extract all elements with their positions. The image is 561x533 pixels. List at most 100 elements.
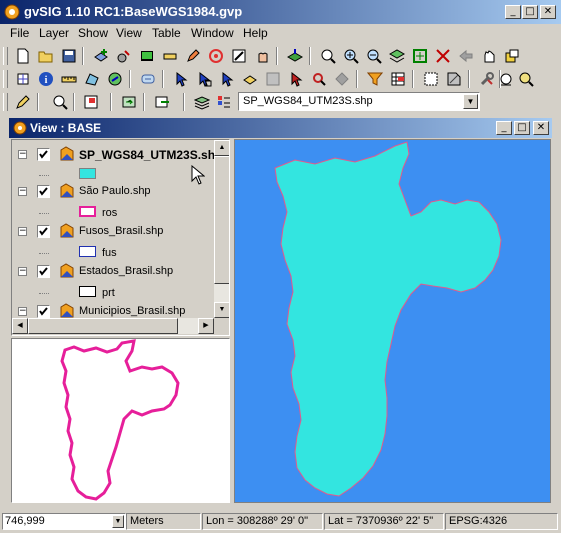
legend-swatch-outline — [79, 246, 96, 257]
toc-layer-sp-wgs84[interactable]: − SP_WGS84_UTM23S.shp — [12, 145, 222, 165]
measure-distance-icon[interactable] — [60, 70, 78, 88]
select-by-layer-icon[interactable] — [241, 70, 259, 88]
overview-map[interactable] — [11, 338, 230, 503]
legend-icon[interactable] — [215, 93, 233, 111]
pan-hand-icon[interactable] — [480, 47, 498, 65]
collapse-icon[interactable]: − — [18, 267, 27, 276]
find-icon[interactable] — [51, 93, 69, 111]
overview-locator-icon[interactable] — [82, 93, 100, 111]
layer-select-combo[interactable]: SP_WGS84_UTM23S.shp ▼ — [238, 92, 480, 111]
menu-show[interactable]: Show — [78, 26, 108, 40]
clear-selection-icon[interactable] — [264, 70, 282, 88]
scroll-thumb[interactable] — [28, 318, 178, 334]
coordinates-icon[interactable] — [14, 70, 32, 88]
info-icon[interactable]: i — [37, 70, 55, 88]
filter-icon[interactable] — [366, 70, 384, 88]
view-window-title-bar[interactable]: View : BASE _ □ ✕ — [9, 118, 552, 138]
select-by-polygon-icon[interactable] — [218, 70, 236, 88]
edit-shape-icon[interactable] — [230, 47, 248, 65]
maximize-button[interactable]: □ — [522, 5, 538, 19]
layer-visibility-checkbox[interactable] — [37, 148, 50, 161]
view-minimize-button[interactable]: _ — [496, 121, 512, 135]
layer-visibility-checkbox[interactable] — [37, 185, 50, 198]
select-by-rect-icon[interactable] — [503, 47, 521, 65]
layer-select-value: SP_WGS84_UTM23S.shp — [243, 95, 373, 107]
open-project-icon[interactable] — [37, 47, 55, 65]
menu-help[interactable]: Help — [243, 26, 268, 40]
sao-paulo-polygon — [274, 141, 502, 497]
select-all-icon[interactable] — [287, 70, 305, 88]
select-circle-icon[interactable] — [310, 70, 328, 88]
collapse-icon[interactable]: − — [18, 307, 27, 316]
close-button[interactable]: ✕ — [540, 5, 556, 19]
select-arrow-icon[interactable] — [172, 70, 190, 88]
layer-navigate-icon[interactable] — [286, 47, 304, 65]
new-project-icon[interactable] — [14, 47, 32, 65]
collapse-icon[interactable]: − — [18, 187, 27, 196]
tools-wrench-icon[interactable] — [478, 70, 496, 88]
menu-window[interactable]: Window — [191, 26, 234, 40]
save-project-icon[interactable] — [60, 47, 78, 65]
separator — [129, 70, 131, 88]
graphic-icon[interactable] — [106, 70, 124, 88]
pencil-icon[interactable] — [184, 47, 202, 65]
legend-label: fus — [102, 247, 117, 259]
layer-visibility-checkbox[interactable] — [37, 305, 50, 318]
view-maximize-button[interactable]: □ — [514, 121, 530, 135]
scroll-left-icon[interactable]: ◀ — [12, 318, 28, 334]
collapse-icon[interactable]: − — [18, 227, 27, 236]
zoom-plus-icon[interactable] — [342, 47, 360, 65]
view-close-button[interactable]: ✕ — [533, 121, 549, 135]
edit-pencil-icon[interactable] — [14, 93, 32, 111]
map-canvas[interactable] — [234, 139, 551, 503]
menu-file[interactable]: File — [10, 26, 29, 40]
grid-icon[interactable] — [422, 70, 440, 88]
scroll-down-icon[interactable]: ▼ — [214, 302, 229, 318]
scale-combo[interactable]: 746,999 ▼ — [2, 513, 126, 530]
toc-layer-fusos-brasil[interactable]: − Fusos_Brasil.shp — [12, 222, 212, 242]
table-icon[interactable] — [389, 70, 407, 88]
toc-layer-sao-paulo[interactable]: − São Paulo.shp — [12, 182, 212, 202]
layer-list-icon[interactable] — [193, 93, 211, 111]
toc-horizontal-scrollbar[interactable]: ◀ ▶ — [12, 318, 214, 334]
hyperlink-icon[interactable] — [139, 70, 157, 88]
geoprocess-icon[interactable] — [445, 70, 463, 88]
zoom-in-icon[interactable] — [319, 47, 337, 65]
add-layer-icon[interactable] — [92, 47, 110, 65]
layers-stack-icon[interactable] — [388, 47, 406, 65]
layer-visibility-checkbox[interactable] — [37, 225, 50, 238]
layer-visibility-checkbox[interactable] — [37, 265, 50, 278]
chevron-down-icon[interactable]: ▼ — [463, 94, 478, 109]
menu-table[interactable]: Table — [152, 26, 181, 40]
menu-layer[interactable]: Layer — [39, 26, 69, 40]
toc-layer-estados-brasil[interactable]: − Estados_Brasil.shp — [12, 262, 212, 282]
zoom-full-icon[interactable] — [411, 47, 429, 65]
menu-view[interactable]: View — [116, 26, 142, 40]
tools-icon[interactable] — [115, 47, 133, 65]
separator — [37, 93, 39, 111]
app-title-bar[interactable]: gvSIG 1.10 RC1:BaseWGS1984.gvp _ □ ✕ — [0, 0, 561, 24]
select-by-point-icon[interactable] — [195, 70, 213, 88]
minimize-button[interactable]: _ — [505, 5, 521, 19]
scroll-thumb[interactable] — [214, 156, 229, 284]
import-icon[interactable] — [153, 93, 171, 111]
target-icon[interactable] — [207, 47, 225, 65]
toc-vertical-scrollbar[interactable]: ▲ ▼ — [214, 140, 229, 318]
data-icon[interactable] — [161, 47, 179, 65]
hand-edit-icon[interactable] — [253, 47, 271, 65]
locator-zoom-icon[interactable] — [517, 70, 535, 88]
chevron-down-icon[interactable]: ▼ — [112, 515, 124, 528]
collapse-icon[interactable]: − — [18, 150, 27, 159]
measure-area-icon[interactable] — [83, 70, 101, 88]
console-icon[interactable] — [138, 47, 156, 65]
scroll-up-icon[interactable]: ▲ — [214, 140, 229, 156]
zoom-extent-icon[interactable] — [434, 47, 452, 65]
legend-swatch-outline — [79, 286, 96, 297]
export-icon[interactable] — [120, 93, 138, 111]
toolbar-grip — [3, 47, 8, 65]
locator-icon[interactable] — [497, 70, 515, 88]
invert-selection-icon[interactable] — [333, 70, 351, 88]
zoom-minus-icon[interactable] — [365, 47, 383, 65]
zoom-previous-icon[interactable] — [457, 47, 475, 65]
scroll-right-icon[interactable]: ▶ — [198, 318, 214, 334]
